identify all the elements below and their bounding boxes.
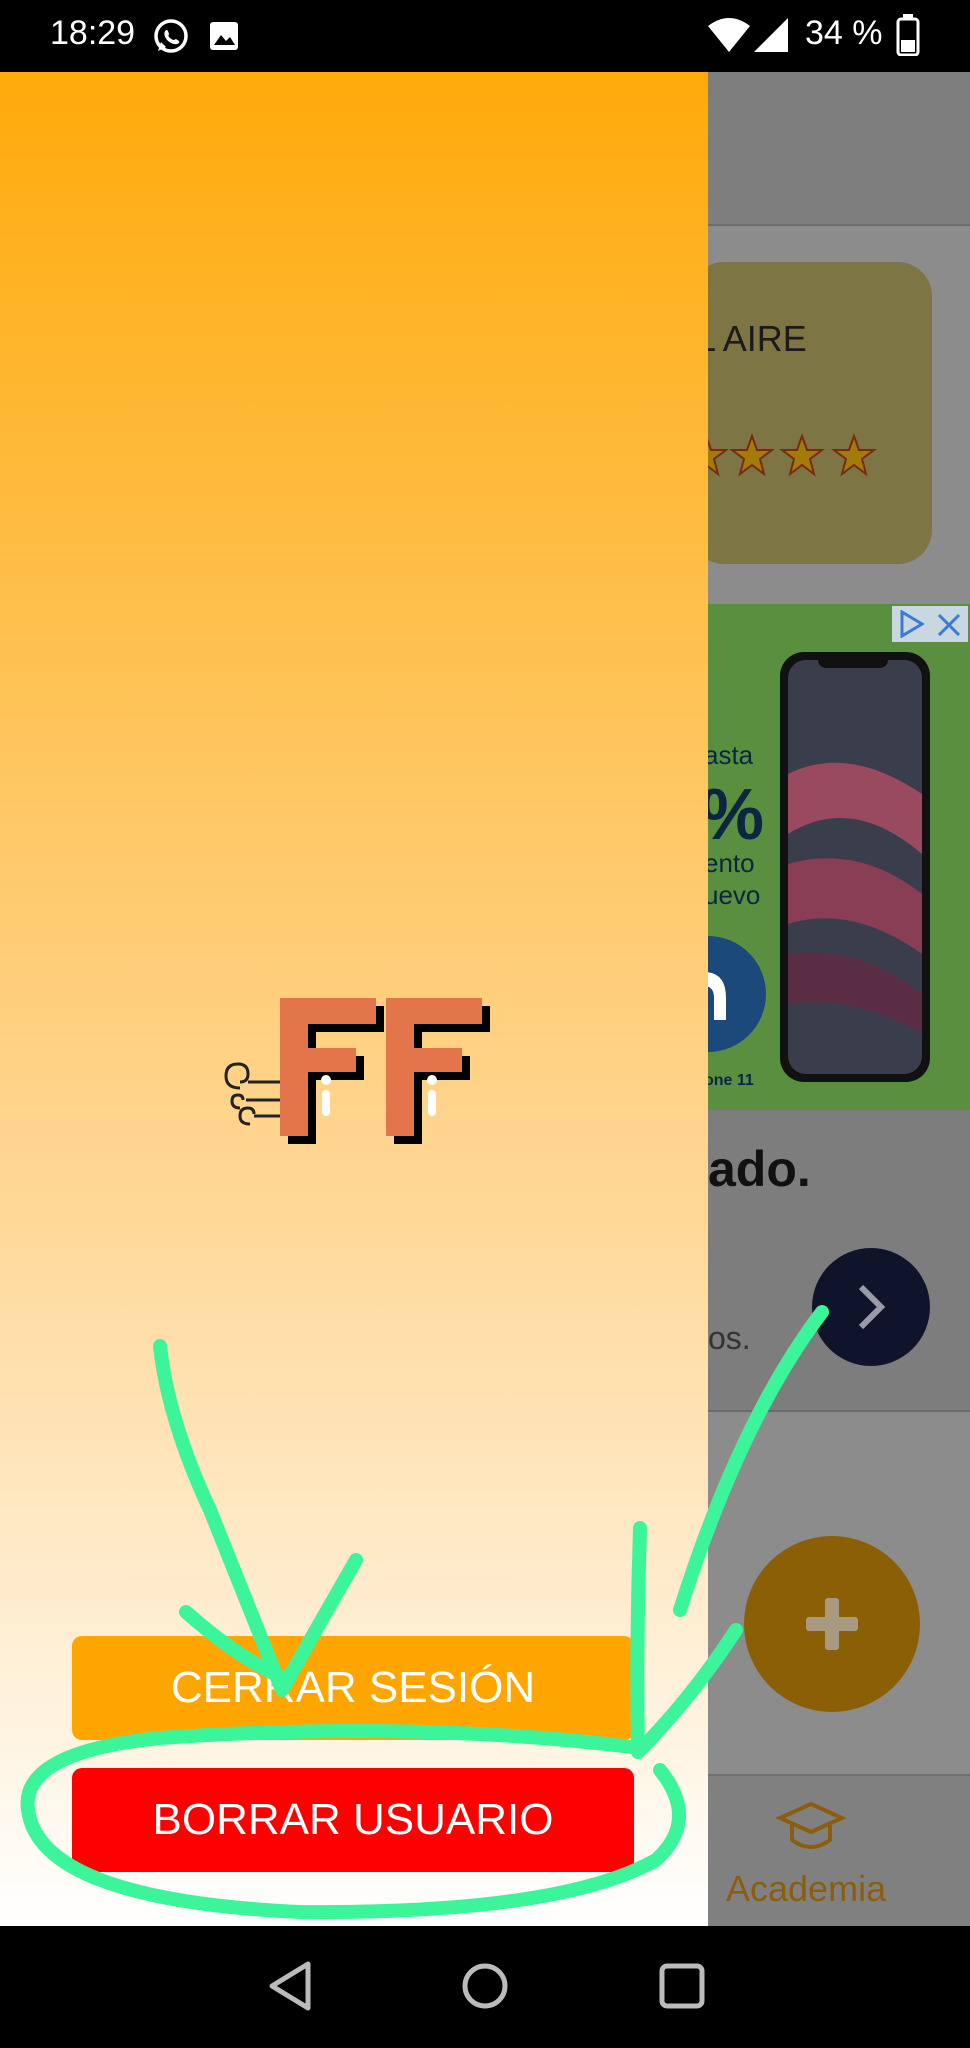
battery-icon bbox=[896, 14, 920, 56]
ad-text-3: ento bbox=[708, 848, 755, 878]
advertisement[interactable]: asta % ento uevo one 11 bbox=[708, 604, 970, 1110]
product-title: L AIRE bbox=[696, 318, 807, 359]
system-navigation-bar bbox=[0, 1926, 970, 2048]
back-icon[interactable] bbox=[260, 1956, 320, 2016]
ad-info-icon bbox=[900, 610, 925, 638]
ad-text-4: uevo bbox=[708, 880, 761, 910]
section-subtext: os. bbox=[708, 1320, 751, 1356]
gallery-icon bbox=[210, 22, 238, 50]
app-logo bbox=[224, 998, 490, 1144]
status-time: 18:29 bbox=[50, 14, 136, 52]
rating-stars bbox=[696, 433, 877, 477]
ad-text-5: one 11 bbox=[708, 1072, 754, 1089]
ad-text-2: % bbox=[708, 774, 764, 856]
signal-icon bbox=[754, 18, 788, 52]
home-icon[interactable] bbox=[455, 1956, 515, 2016]
nav-item-academia[interactable]: Academia bbox=[726, 1868, 886, 1910]
next-button[interactable] bbox=[812, 1248, 930, 1366]
plus-icon bbox=[806, 1598, 858, 1650]
logout-button[interactable]: CERRAR SESIÓN bbox=[72, 1636, 634, 1740]
delete-user-button[interactable]: BORRAR USUARIO bbox=[72, 1768, 634, 1872]
wifi-icon bbox=[708, 18, 750, 52]
ad-choices-badge[interactable] bbox=[892, 606, 968, 642]
battery-percent: 34 % bbox=[805, 14, 883, 52]
graduation-cap-icon bbox=[776, 1801, 846, 1849]
add-fab-button[interactable] bbox=[744, 1536, 920, 1712]
product-card[interactable] bbox=[690, 262, 932, 564]
ad-badge-circle bbox=[708, 936, 766, 1052]
status-bar: 18:29 34 % bbox=[0, 0, 970, 72]
divider bbox=[708, 1410, 970, 1412]
chevron-right-icon bbox=[858, 1284, 886, 1330]
close-icon[interactable] bbox=[936, 612, 962, 638]
whatsapp-icon bbox=[154, 19, 188, 53]
section-headline: ado. bbox=[708, 1141, 811, 1197]
recents-icon[interactable] bbox=[652, 1956, 712, 2016]
ad-text-1: asta bbox=[708, 740, 754, 770]
phone-image bbox=[780, 652, 930, 1082]
